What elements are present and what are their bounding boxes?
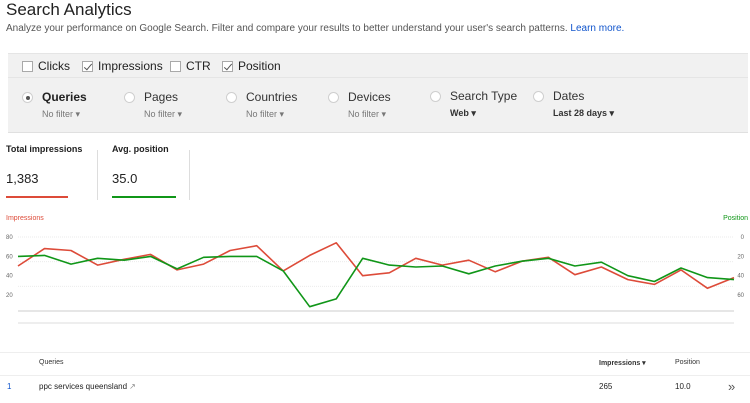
queries-column-header[interactable]: Queries [39,359,64,366]
avg-position-card[interactable]: Avg. position 35.0 [112,144,176,198]
impressions-column-header[interactable]: Impressions ▾ [599,359,646,367]
row-position: 10.0 [675,382,691,391]
learn-more-link[interactable]: Learn more. [570,23,624,34]
position-series-line [17,254,735,308]
table-row[interactable]: 1 ppc services queensland ↗ 265 10.0 » [0,375,750,397]
dates-radio[interactable] [533,91,544,102]
external-link-icon[interactable]: ↗ [129,382,136,391]
ctr-checkbox[interactable] [170,60,181,72]
total-impressions-card[interactable]: Total impressions 1,383 [6,144,83,198]
total-label: Avg. position [112,144,169,154]
queries-radio[interactable] [22,92,33,103]
left-tick-label: 40 [6,274,13,280]
performance-line-chart: 80 60 40 20 0 20 40 60 [6,235,745,324]
metric-position[interactable]: Position [222,59,281,73]
filter-label: Devices [348,90,391,104]
filter-dropdown[interactable]: Last 28 days ▾ [553,108,614,119]
filter-dropdown[interactable]: Web ▾ [450,108,476,119]
dimension-filters: Queries No filter ▾ Pages No filter ▾ Co… [8,78,748,133]
filter-dropdown[interactable]: No filter ▾ [348,109,386,120]
page-title: Search Analytics [6,0,132,19]
metric-label: CTR [186,59,211,73]
filter-label: Queries [42,90,87,104]
total-value: 1,383 [6,171,39,186]
impressions-checkbox[interactable] [82,60,93,72]
right-tick-label: 0 [741,235,745,241]
filter-label: Dates [553,89,585,103]
filter-label: Search Type [450,89,518,103]
metric-ctr[interactable]: CTR [170,59,211,73]
page-subtitle: Analyze your performance on Google Searc… [6,23,624,34]
double-chevron-right-icon[interactable]: » [728,379,735,394]
right-tick-label: 60 [737,293,744,299]
right-tick-label: 20 [737,254,744,260]
position-checkbox[interactable] [222,60,233,72]
total-label: Total impressions [6,144,83,154]
left-tick-label: 20 [6,293,13,299]
devices-radio[interactable] [328,92,339,103]
metric-label: Clicks [38,59,70,73]
divider [97,150,98,200]
right-tick-label: 40 [737,274,744,280]
right-axis-title: Position [723,215,748,222]
metric-clicks[interactable]: Clicks [22,59,70,73]
metric-impressions[interactable]: Impressions [82,59,163,73]
impressions-color-line [6,196,68,198]
metrics-bar: Clicks Impressions CTR Position [8,53,748,78]
clicks-checkbox[interactable] [22,60,33,72]
row-query[interactable]: ppc services queensland ↗ [39,382,136,391]
countries-radio[interactable] [226,92,237,103]
left-tick-label: 80 [6,235,13,241]
position-color-line [112,196,176,198]
filter-label: Countries [246,90,298,104]
table-header: Queries Impressions ▾ Position [0,352,750,372]
divider [189,150,190,200]
search-type-radio[interactable] [430,91,441,102]
filter-dropdown[interactable]: No filter ▾ [246,109,284,120]
row-impressions: 265 [599,382,613,391]
impressions-series-line [17,241,735,290]
filter-dropdown[interactable]: No filter ▾ [144,109,182,120]
metric-label: Position [238,59,281,73]
total-value: 35.0 [112,171,138,186]
pages-radio[interactable] [124,92,135,103]
metric-label: Impressions [98,59,163,73]
filter-dropdown[interactable]: No filter ▾ [42,109,80,120]
row-index: 1 [7,382,12,391]
subtitle-text: Analyze your performance on Google Searc… [6,23,568,34]
left-axis-title: Impressions [6,215,44,222]
position-column-header[interactable]: Position [675,359,700,366]
left-tick-label: 60 [6,254,13,260]
filter-label: Pages [144,90,179,104]
